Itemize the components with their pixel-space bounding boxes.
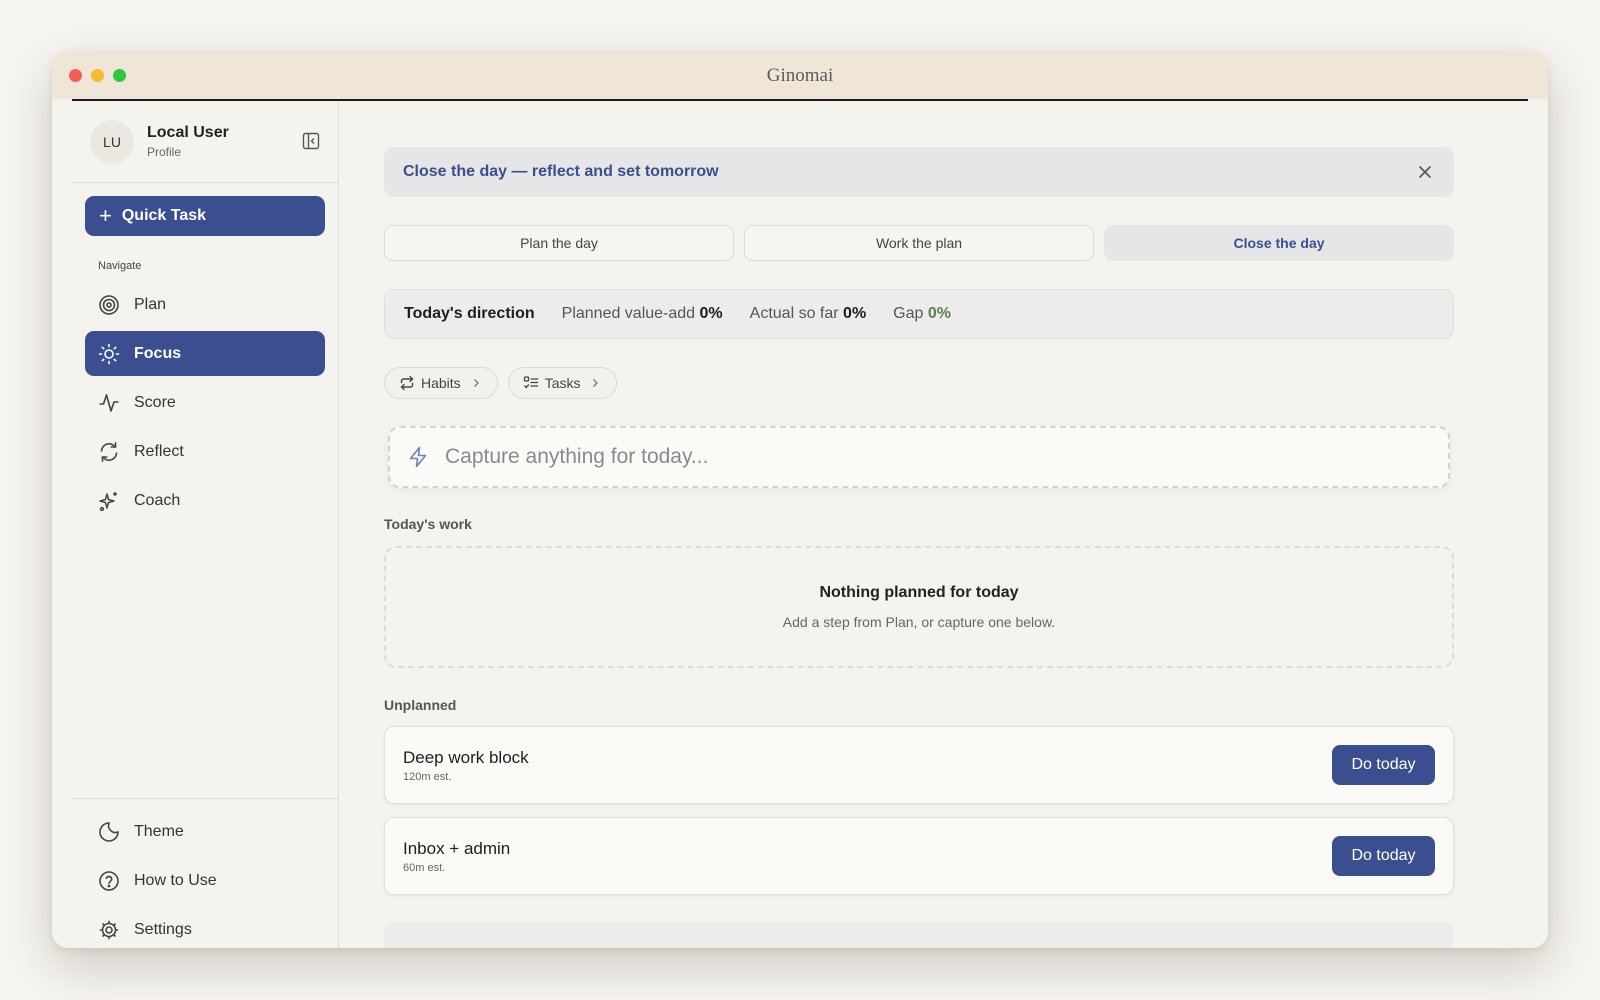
- day-phase-tabs: Plan the day Work the plan Close the day: [384, 225, 1454, 261]
- task-card: Deep work block 120m est. Do today: [384, 726, 1454, 804]
- capture-box: [388, 426, 1450, 488]
- app-window: Ginomai LU Local User Profile + Quick Ta…: [52, 52, 1548, 948]
- title-bar: Ginomai: [52, 52, 1548, 99]
- window-title: Ginomai: [766, 64, 834, 86]
- sidebar-item-score[interactable]: Score: [85, 380, 325, 425]
- target-icon: [99, 294, 119, 315]
- sidebar-item-label: Focus: [134, 344, 182, 362]
- chevron-right-icon: [593, 379, 599, 387]
- sidebar-item-label: Theme: [134, 822, 184, 840]
- chip-label: Tasks: [544, 375, 581, 391]
- sparkles-icon: [99, 491, 117, 511]
- nav-section-label: Navigate: [98, 260, 142, 272]
- empty-state-title: Nothing planned for today: [819, 584, 1019, 601]
- repeat-icon: [400, 375, 414, 391]
- task-name: Inbox + admin: [403, 839, 511, 858]
- banner-text[interactable]: Close the day — reflect and set tomorrow: [403, 163, 719, 181]
- unplanned-heading: Unplanned: [384, 697, 457, 713]
- sun-icon: [98, 343, 120, 364]
- profile-name: Local User: [147, 124, 229, 141]
- maximize-window-button[interactable]: [113, 69, 126, 82]
- sidebar-item-how-to-use[interactable]: How to Use: [85, 858, 325, 903]
- sidebar-item-coach[interactable]: Coach: [85, 478, 325, 523]
- todays-direction-bar: Today's direction Planned value-add 0% A…: [384, 289, 1454, 339]
- planned-label: Planned value-add: [561, 305, 696, 322]
- sidebar-item-theme[interactable]: Theme: [85, 809, 325, 854]
- todays-work-heading: Today's work: [384, 516, 472, 532]
- gear-icon: [99, 920, 119, 939]
- close-day-banner: Close the day — reflect and set tomorrow: [384, 147, 1454, 197]
- nav-list: Plan Focus Score Reflect Coach: [85, 282, 325, 527]
- refresh-icon: [100, 441, 118, 462]
- next-section-card: [384, 922, 1454, 948]
- window-controls: [69, 69, 126, 82]
- chip-label: Habits: [421, 375, 461, 391]
- do-today-button[interactable]: Do today: [1332, 836, 1435, 876]
- tab-close-the-day[interactable]: Close the day: [1104, 225, 1454, 261]
- sidebar-item-focus[interactable]: Focus: [85, 331, 325, 376]
- sidebar-item-reflect[interactable]: Reflect: [85, 429, 325, 474]
- sidebar-item-label: How to Use: [134, 871, 217, 889]
- sidebar-item-plan[interactable]: Plan: [85, 282, 325, 327]
- help-icon: [99, 870, 119, 891]
- direction-heading: Today's direction: [404, 305, 535, 322]
- empty-state-subtitle: Add a step from Plan, or capture one bel…: [782, 614, 1056, 630]
- task-card: Inbox + admin 60m est. Do today: [384, 817, 1454, 895]
- plus-icon: +: [99, 203, 112, 228]
- profile-subtitle: Profile: [147, 145, 182, 159]
- capture-input[interactable]: [445, 445, 1345, 469]
- list-icon: [523, 376, 538, 389]
- sidebar-item-settings[interactable]: Settings: [85, 907, 325, 948]
- tasks-chip[interactable]: Tasks: [507, 367, 618, 399]
- minimize-window-button[interactable]: [91, 69, 104, 82]
- collapse-sidebar-icon[interactable]: [302, 132, 320, 150]
- task-estimate: 60m est.: [403, 862, 446, 874]
- sidebar: LU Local User Profile + Quick Task Navig…: [72, 101, 339, 948]
- activity-icon: [99, 393, 119, 412]
- tab-plan-the-day[interactable]: Plan the day: [384, 225, 734, 261]
- planned-value: 0%: [699, 305, 723, 322]
- chevron-right-icon: [473, 379, 479, 387]
- actual-stat: Actual so far 0%: [750, 305, 867, 323]
- gap-stat: Gap 0%: [893, 305, 951, 323]
- lightning-icon: [409, 446, 427, 468]
- sidebar-item-label: Coach: [134, 491, 181, 509]
- sidebar-item-label: Reflect: [134, 442, 184, 460]
- close-window-button[interactable]: [69, 69, 82, 82]
- sidebar-footer: Theme How to Use Settings: [72, 798, 339, 948]
- sidebar-item-label: Settings: [134, 920, 192, 938]
- quick-links: Habits Tasks: [384, 367, 618, 399]
- task-name: Deep work block: [403, 748, 529, 767]
- quick-task-label: Quick Task: [121, 207, 207, 224]
- do-today-button[interactable]: Do today: [1332, 745, 1435, 785]
- habits-chip[interactable]: Habits: [384, 367, 498, 399]
- planned-stat: Planned value-add 0%: [562, 305, 723, 323]
- main-content: Close the day — reflect and set tomorrow…: [339, 101, 1528, 948]
- actual-label: Actual so far: [749, 305, 839, 322]
- avatar[interactable]: LU: [90, 119, 134, 164]
- gap-label: Gap: [893, 305, 924, 322]
- tab-work-the-plan[interactable]: Work the plan: [744, 225, 1094, 261]
- app-content: LU Local User Profile + Quick Task Navig…: [72, 101, 1528, 948]
- task-estimate: 120m est.: [403, 771, 452, 783]
- profile-card[interactable]: LU Local User Profile: [72, 101, 338, 183]
- close-icon[interactable]: [1416, 163, 1434, 181]
- sidebar-item-label: Score: [134, 393, 176, 411]
- moon-icon: [99, 821, 119, 842]
- actual-value: 0%: [843, 305, 867, 322]
- gap-value: 0%: [927, 305, 951, 322]
- quick-task-button[interactable]: + Quick Task: [85, 196, 325, 236]
- todays-work-empty-state: Nothing planned for today Add a step fro…: [384, 546, 1454, 668]
- sidebar-item-label: Plan: [134, 295, 167, 313]
